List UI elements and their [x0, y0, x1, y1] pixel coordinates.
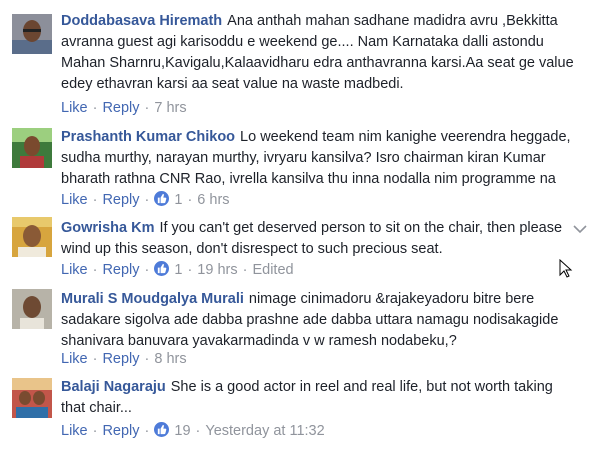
separator: · [144, 351, 150, 367]
reply-button[interactable]: Reply [102, 192, 139, 208]
separator: · [92, 423, 98, 439]
comment-text: Balaji Nagaraju She is a good actor in re… [61, 377, 581, 419]
comment-timestamp[interactable]: 6 hrs [197, 192, 229, 208]
like-button[interactable]: Like [61, 262, 88, 278]
separator: · [144, 100, 150, 116]
separator: · [92, 100, 98, 116]
thumbs-up-icon [154, 422, 170, 437]
reaction-count[interactable]: 1 [154, 261, 182, 278]
separator: · [92, 192, 98, 208]
comment-timestamp[interactable]: 19 hrs [197, 262, 237, 278]
comment-author[interactable]: Balaji Nagaraju [61, 379, 166, 395]
reply-button[interactable]: Reply [102, 100, 139, 116]
separator: · [187, 192, 193, 208]
avatar[interactable] [12, 289, 52, 329]
comment-timestamp[interactable]: Yesterday at 11:32 [205, 423, 324, 439]
avatar[interactable] [12, 378, 52, 418]
separator: · [144, 192, 150, 208]
comment-actions: Like · Reply · 1 · 6 hrs [61, 191, 230, 208]
edited-label[interactable]: Edited [252, 262, 293, 278]
separator: · [195, 423, 201, 439]
comment-author[interactable]: Prashanth Kumar Chikoo [61, 129, 235, 145]
like-button[interactable]: Like [61, 192, 88, 208]
mouse-cursor-icon [559, 258, 573, 284]
comment-actions: Like · Reply · 19 · Yesterday at 11:32 [61, 422, 325, 439]
reaction-count[interactable]: 1 [154, 191, 182, 208]
separator: · [144, 262, 150, 278]
comment-text: Doddabasava Hiremath Ana anthah mahan sad… [61, 11, 581, 95]
comment-text: Gowrisha Km If you can't get deserved per… [61, 218, 581, 260]
thumbs-up-icon [154, 191, 170, 206]
comment-author[interactable]: Gowrisha Km [61, 220, 154, 236]
comment-actions: Like · Reply · 1 · 19 hrs · Edited [61, 261, 294, 278]
reply-button[interactable]: Reply [102, 423, 139, 439]
reply-button[interactable]: Reply [102, 262, 139, 278]
avatar[interactable] [12, 217, 52, 257]
like-button[interactable]: Like [61, 423, 88, 439]
comment-author[interactable]: Murali S Moudgalya Murali [61, 291, 244, 307]
separator: · [187, 262, 193, 278]
avatar[interactable] [12, 14, 52, 54]
separator: · [92, 351, 98, 367]
comment-actions: Like · Reply · 8 hrs [61, 351, 187, 367]
thumbs-up-icon [154, 261, 170, 276]
avatar[interactable] [12, 128, 52, 168]
comment-timestamp[interactable]: 8 hrs [154, 351, 186, 367]
comment-text: Prashanth Kumar Chikoo Lo weekend team ni… [61, 127, 581, 190]
like-button[interactable]: Like [61, 351, 88, 367]
comment-text: Murali S Moudgalya Murali nimage cinimado… [61, 289, 581, 352]
separator: · [242, 262, 248, 278]
like-button[interactable]: Like [61, 100, 88, 116]
reply-button[interactable]: Reply [102, 351, 139, 367]
reaction-count[interactable]: 19 [154, 422, 191, 439]
comment-actions: Like · Reply · 7 hrs [61, 100, 187, 116]
chevron-down-icon[interactable] [572, 222, 588, 240]
comment-timestamp[interactable]: 7 hrs [154, 100, 186, 116]
comment-author[interactable]: Doddabasava Hiremath [61, 13, 222, 29]
separator: · [92, 262, 98, 278]
separator: · [144, 423, 150, 439]
